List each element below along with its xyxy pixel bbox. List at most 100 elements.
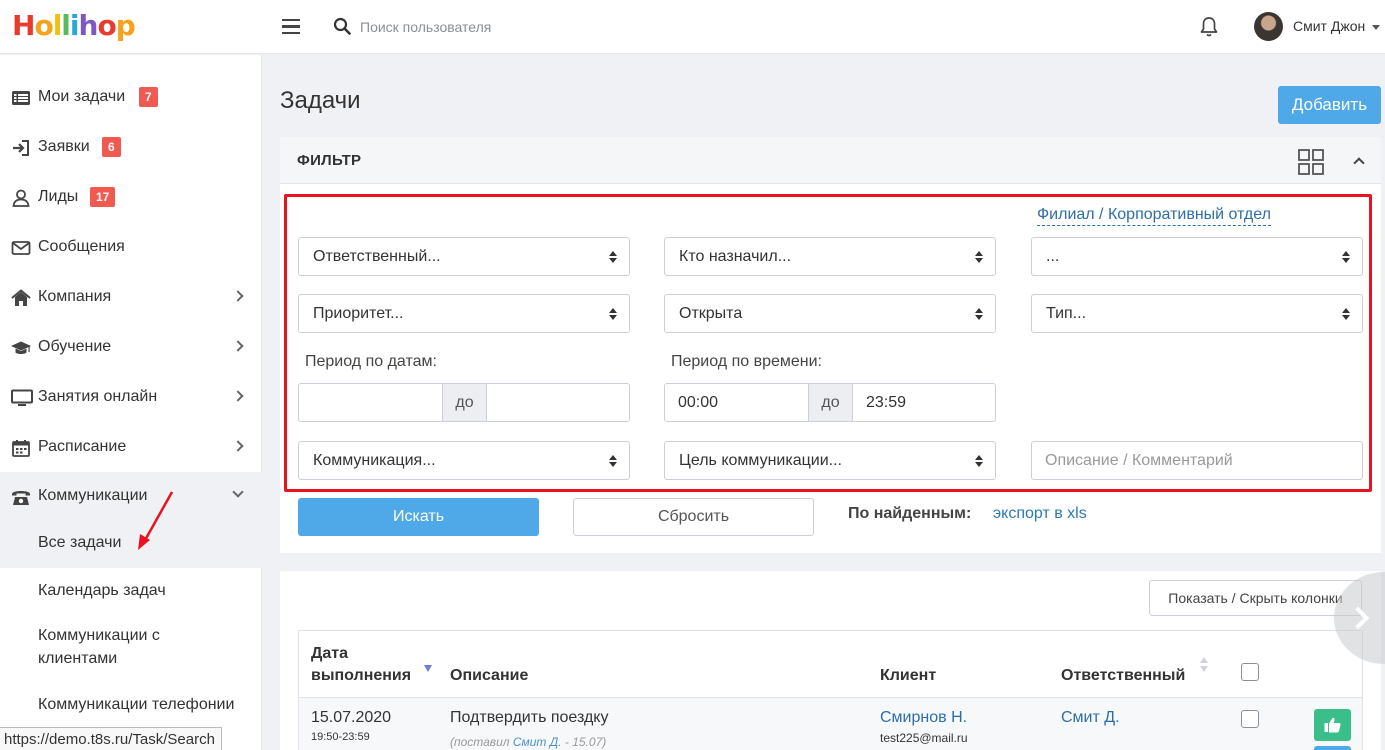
sidebar-item-label: Коммуникации: [38, 487, 148, 504]
monitor-icon: [11, 389, 33, 406]
time-range: до: [664, 383, 996, 422]
phone-icon: [12, 491, 30, 505]
user-search-input[interactable]: [360, 14, 660, 40]
sort-arrows-icon: [609, 308, 617, 320]
sidebar-item-label: Мои задачи: [38, 88, 126, 105]
chevron-right-icon: [232, 340, 244, 352]
sidebar-item-label: Сообщения: [38, 238, 125, 255]
sidebar-item-messages[interactable]: Сообщения: [0, 223, 262, 273]
secondary-action-button[interactable]: [1314, 746, 1351, 750]
select-value: Кто назначил...: [679, 248, 792, 265]
home-icon: [11, 289, 31, 306]
task-description: Подтвердить поездку: [450, 709, 609, 726]
sidebar-item-communications[interactable]: Коммуникации Все задачи: [0, 472, 262, 568]
date-period-label: Период по датам:: [305, 353, 437, 370]
range-separator: до: [442, 384, 487, 421]
responsible-link[interactable]: Смит Д.: [1061, 709, 1120, 727]
complete-task-button[interactable]: [1314, 709, 1351, 741]
toggle-columns-button[interactable]: Показать / Скрыть колонки: [1149, 580, 1362, 616]
tasks-count-badge: 7: [139, 87, 158, 107]
menu-toggle-icon[interactable]: [282, 19, 300, 34]
chevron-right-icon: [232, 290, 244, 302]
sidebar-item-online-lessons[interactable]: Занятия онлайн: [0, 373, 262, 423]
column-header-due-date[interactable]: Дата выполнения: [311, 643, 411, 687]
status-select[interactable]: Открыта: [664, 294, 996, 333]
notifications-bell-icon[interactable]: [1199, 16, 1219, 38]
top-bar: Hollihop Смит Джон: [0, 0, 1385, 54]
sidebar-item-label: Занятия онлайн: [38, 388, 158, 405]
user-avatar[interactable]: [1254, 12, 1283, 41]
search-icon[interactable]: [333, 17, 351, 35]
date-to-input[interactable]: [487, 384, 629, 421]
sidebar-item-company[interactable]: Компания: [0, 273, 262, 323]
column-header-description[interactable]: Описание: [450, 665, 528, 687]
sidebar-item-requests[interactable]: Заявки 6: [0, 123, 262, 173]
select-value: Цель коммуникации...: [679, 452, 842, 469]
sidebar-item-my-tasks[interactable]: Мои задачи 7: [0, 73, 262, 123]
status-bar-url: https://demo.t8s.ru/Task/Search: [0, 727, 222, 750]
sidebar-item-education[interactable]: Обучение: [0, 323, 262, 373]
sidebar-item-label: Заявки: [38, 138, 90, 155]
reset-button[interactable]: Сбросить: [573, 498, 814, 536]
select-value: Коммуникация...: [313, 452, 436, 469]
communication-goal-select[interactable]: Цель коммуникации...: [664, 441, 996, 480]
sidebar-item-label: Лиды: [38, 188, 79, 205]
layout-grid-icon[interactable]: [1298, 149, 1324, 175]
thumbs-up-icon: [1324, 717, 1341, 733]
table-header: Дата выполнения Описание Клиент Ответств…: [299, 631, 1362, 698]
type-select[interactable]: Тип...: [1031, 294, 1363, 333]
export-xls-link[interactable]: экспорт в xls: [993, 505, 1087, 523]
meta-text: (поставил: [450, 735, 513, 749]
select-all-checkbox[interactable]: [1241, 663, 1259, 681]
sidebar-subitem-client-communications[interactable]: Коммуникации с клиентами: [38, 624, 238, 670]
hollihop-logo[interactable]: Hollihop: [12, 10, 136, 42]
branch-corporate-department-link[interactable]: Филиал / Корпоративный отдел: [1037, 205, 1271, 226]
graduation-cap-icon: [11, 341, 31, 354]
page-title: Задачи: [280, 87, 361, 114]
table-row[interactable]: 15.07.2020 19:50-23:59 Подтвердить поезд…: [299, 698, 1362, 750]
header-text: выполнения: [311, 667, 412, 684]
author-link[interactable]: Смит Д.: [513, 735, 562, 749]
sort-arrows-icon: [1342, 251, 1350, 263]
responsible-select[interactable]: Ответственный...: [298, 237, 630, 276]
search-button[interactable]: Искать: [298, 498, 539, 536]
select-value: ...: [1046, 248, 1060, 265]
communication-select[interactable]: Коммуникация...: [298, 441, 630, 480]
chevron-down-icon[interactable]: [1372, 25, 1380, 30]
sort-arrows-icon[interactable]: [1200, 657, 1208, 673]
branch-select[interactable]: ...: [1031, 237, 1363, 276]
row-checkbox[interactable]: [1241, 710, 1259, 728]
sidebar-subitem-all-tasks[interactable]: Все задачи: [38, 531, 121, 554]
sidebar-item-schedule[interactable]: Расписание: [0, 423, 262, 473]
sidebar-item-label: Обучение: [38, 338, 112, 355]
date-range: до: [298, 383, 630, 422]
column-header-client[interactable]: Клиент: [880, 665, 936, 687]
time-to-input[interactable]: [853, 384, 995, 421]
requests-count-badge: 6: [102, 137, 121, 157]
task-meta: (поставил Смит Д. - 15.07): [450, 735, 606, 749]
time-from-input[interactable]: [665, 384, 808, 421]
client-link[interactable]: Смирнов Н.: [880, 709, 967, 727]
sidebar-subitem-tasks-calendar[interactable]: Календарь задач: [38, 579, 166, 602]
description-comment-input[interactable]: [1031, 441, 1363, 480]
due-date: 15.07.2020: [311, 709, 392, 726]
date-from-input[interactable]: [299, 384, 442, 421]
collapse-chevron-up-icon[interactable]: [1353, 157, 1365, 169]
sort-descending-icon[interactable]: [424, 665, 432, 672]
meta-text: - 15.07): [561, 735, 607, 749]
assigned-by-select[interactable]: Кто назначил...: [664, 237, 996, 276]
chevron-right-icon: [232, 440, 244, 452]
sidebar-item-leads[interactable]: Лиды 17: [0, 173, 262, 223]
user-name-menu[interactable]: Смит Джон: [1293, 18, 1365, 34]
select-value: Приоритет...: [313, 305, 404, 322]
sort-arrows-icon: [975, 308, 983, 320]
priority-select[interactable]: Приоритет...: [298, 294, 630, 333]
found-label: По найденным:: [848, 505, 972, 522]
select-value: Открыта: [679, 305, 743, 322]
header-text: Дата: [311, 645, 349, 662]
column-header-responsible[interactable]: Ответственный: [1061, 665, 1185, 687]
sidebar-subitem-telephony-communications[interactable]: Коммуникации телефонии: [38, 693, 234, 716]
add-task-button[interactable]: Добавить: [1278, 86, 1381, 124]
sign-in-icon: [13, 140, 29, 156]
time-period-label: Период по времени:: [671, 353, 822, 370]
